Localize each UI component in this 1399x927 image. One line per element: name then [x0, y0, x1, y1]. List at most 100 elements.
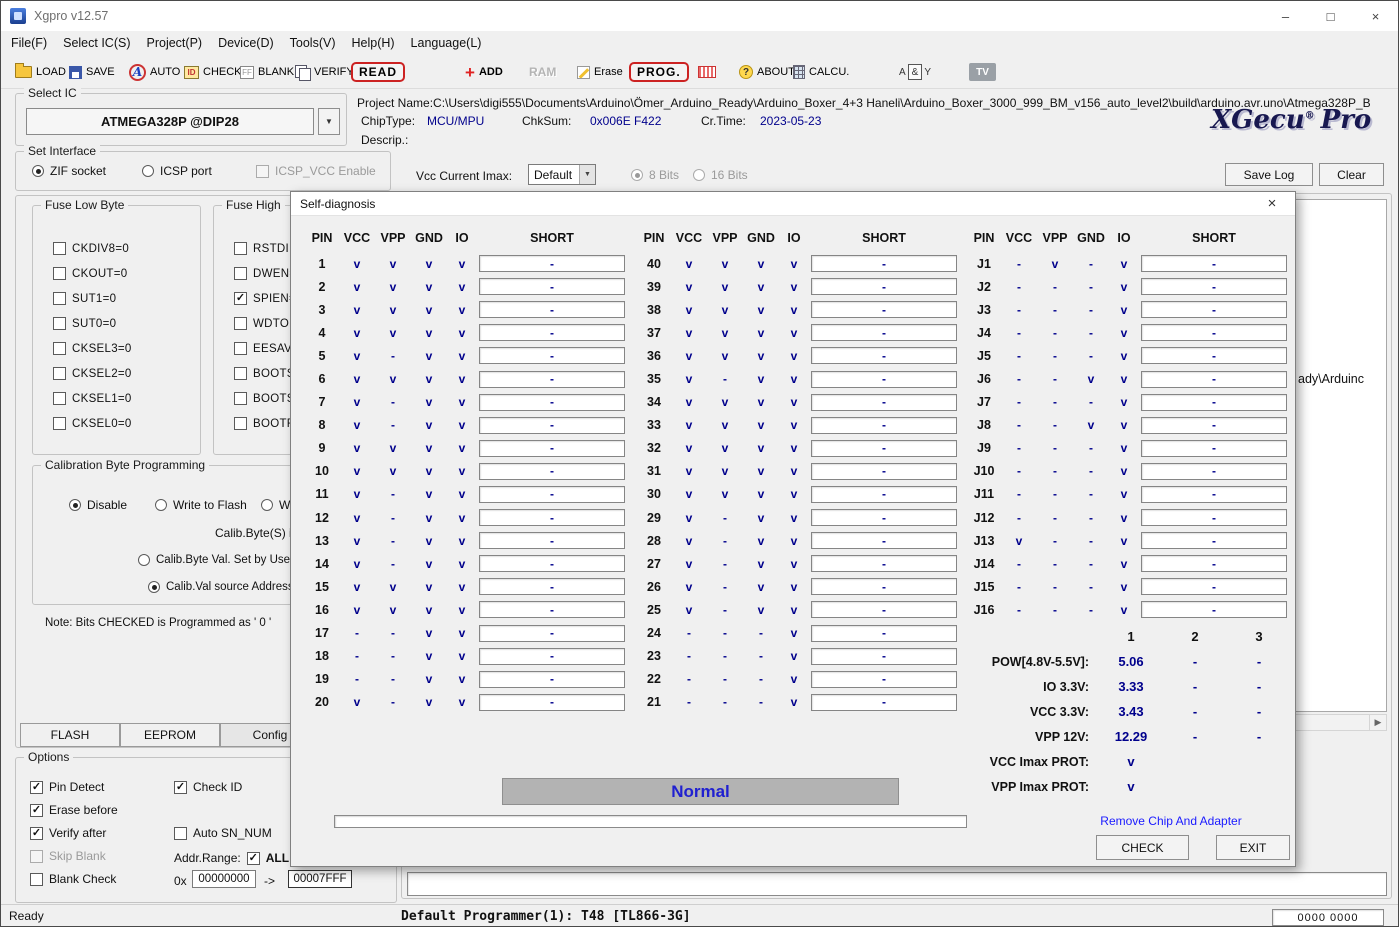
fuse-checkbox-row[interactable]: CKSEL3=0 — [33, 336, 200, 361]
diag-row: 37vvvv- — [637, 321, 959, 344]
checkbox[interactable] — [53, 367, 66, 380]
prog-button[interactable]: PROG. — [629, 59, 689, 85]
maximize-button[interactable]: □ — [1308, 1, 1353, 31]
checkbox[interactable] — [30, 873, 43, 886]
pin-mark: v — [411, 418, 447, 432]
pin-mark: v — [707, 441, 743, 455]
save-log-button[interactable]: Save Log — [1225, 163, 1313, 186]
menu-item-2[interactable]: Project(P) — [147, 36, 203, 50]
add-button[interactable]: ADD — [465, 59, 503, 85]
pin-label: 12 — [305, 511, 339, 525]
check-button[interactable]: CHECK — [184, 59, 242, 85]
logic-button[interactable]: A&Y — [899, 59, 931, 85]
checkbox[interactable] — [53, 342, 66, 355]
calib-disable-radio[interactable]: Disable — [69, 498, 127, 512]
checkbox[interactable] — [234, 242, 247, 255]
checkbox[interactable] — [53, 292, 66, 305]
checkbox[interactable] — [53, 267, 66, 280]
calib-source-radio[interactable]: Calib.Val source Address : — [148, 581, 300, 593]
blank-check-checkbox[interactable]: Blank Check — [30, 872, 116, 886]
checkbox[interactable] — [234, 317, 247, 330]
checkbox[interactable] — [53, 417, 66, 430]
tab-eeprom[interactable]: EEPROM — [120, 723, 220, 747]
close-button[interactable]: × — [1353, 1, 1398, 31]
checkbox[interactable] — [234, 417, 247, 430]
check-id-checkbox[interactable]: Check ID — [174, 780, 242, 794]
checkbox[interactable] — [30, 827, 43, 840]
check-button-dialog[interactable]: CHECK — [1096, 835, 1189, 860]
chip-button[interactable] — [698, 59, 716, 85]
all-checkbox[interactable] — [247, 852, 260, 865]
pin-mark: - — [375, 534, 411, 548]
ic-dropdown-button[interactable] — [318, 108, 340, 135]
diag-row: 35v-vv- — [637, 367, 959, 390]
menu-item-0[interactable]: File(F) — [11, 36, 47, 50]
fuse-checkbox-row[interactable]: SUT0=0 — [33, 311, 200, 336]
checkbox[interactable] — [174, 827, 187, 840]
pin-mark: v — [671, 257, 707, 271]
checkbox[interactable] — [234, 292, 247, 305]
clear-button[interactable]: Clear — [1319, 163, 1384, 186]
checkbox[interactable] — [174, 781, 187, 794]
pin-mark: v — [779, 303, 809, 317]
blank-button[interactable]: BLANK — [240, 59, 294, 85]
minimize-button[interactable]: – — [1263, 1, 1308, 31]
verify-button[interactable]: VERIFY — [295, 59, 354, 85]
radio[interactable] — [142, 165, 154, 177]
addr-from-input[interactable]: 00000000 — [192, 870, 256, 888]
radio[interactable] — [138, 554, 150, 566]
menu-item-6[interactable]: Language(L) — [411, 36, 482, 50]
checkbox[interactable] — [53, 392, 66, 405]
save-button[interactable]: SAVE — [69, 59, 115, 85]
radio[interactable] — [261, 499, 273, 511]
radio[interactable] — [155, 499, 167, 511]
zif-socket-radio[interactable]: ZIF socket — [32, 164, 106, 178]
pin-detect-checkbox[interactable]: Pin Detect — [30, 780, 104, 794]
checkbox[interactable] — [53, 317, 66, 330]
checkbox[interactable] — [234, 392, 247, 405]
vcc-imax-select[interactable]: Default — [528, 164, 596, 185]
fuse-checkbox-row[interactable]: CKOUT=0 — [33, 261, 200, 286]
short-cell: - — [1139, 463, 1289, 480]
fuse-checkbox-row[interactable]: SUT1=0 — [33, 286, 200, 311]
menu-item-5[interactable]: Help(H) — [351, 36, 394, 50]
scroll-right-arrow-icon[interactable] — [1369, 715, 1386, 730]
dialog-close-button[interactable]: × — [1258, 192, 1286, 216]
erase-before-checkbox[interactable]: Erase before — [30, 803, 118, 817]
tab-flash[interactable]: FLASH — [20, 723, 120, 747]
pin-mark: - — [339, 672, 375, 686]
fuse-checkbox-row[interactable]: CKSEL1=0 — [33, 386, 200, 411]
auto-sn-checkbox[interactable]: Auto SN_NUM — [174, 826, 272, 840]
erase-button[interactable]: Erase — [577, 59, 623, 85]
fuse-checkbox-row[interactable]: CKDIV8=0 — [33, 236, 200, 261]
checkbox[interactable] — [234, 367, 247, 380]
calib-user-radio[interactable]: Calib.Byte Val. Set by User — [138, 554, 294, 566]
calib-write-flash-radio[interactable]: Write to Flash — [155, 498, 247, 512]
menu-item-3[interactable]: Device(D) — [218, 36, 274, 50]
fuse-checkbox-row[interactable]: CKSEL2=0 — [33, 361, 200, 386]
about-button[interactable]: ABOUT — [739, 59, 795, 85]
load-button[interactable]: LOAD — [15, 59, 66, 85]
radio[interactable] — [32, 165, 44, 177]
checkbox[interactable] — [30, 781, 43, 794]
checkbox-label: SUT0=0 — [72, 318, 116, 330]
read-button[interactable]: READ — [351, 59, 405, 85]
tv-button[interactable]: TV — [969, 59, 996, 85]
menu-item-1[interactable]: Select IC(S) — [63, 36, 130, 50]
checkbox[interactable] — [53, 242, 66, 255]
menu-item-4[interactable]: Tools(V) — [290, 36, 336, 50]
checkbox[interactable] — [234, 342, 247, 355]
verify-after-checkbox[interactable]: Verify after — [30, 826, 106, 840]
icsp-port-radio[interactable]: ICSP port — [142, 164, 212, 178]
pin-mark: v — [743, 326, 779, 340]
selected-ic[interactable]: ATMEGA328P @DIP28 — [26, 108, 314, 135]
radio[interactable] — [148, 581, 160, 593]
fuse-checkbox-row[interactable]: CKSEL0=0 — [33, 411, 200, 436]
addr-to-input[interactable]: 00007FFF — [288, 870, 352, 888]
radio[interactable] — [69, 499, 81, 511]
checkbox[interactable] — [234, 267, 247, 280]
calcu-button[interactable]: CALCU. — [793, 59, 849, 85]
auto-button[interactable]: AUTO — [129, 59, 180, 85]
checkbox[interactable] — [30, 804, 43, 817]
exit-button[interactable]: EXIT — [1216, 835, 1290, 860]
